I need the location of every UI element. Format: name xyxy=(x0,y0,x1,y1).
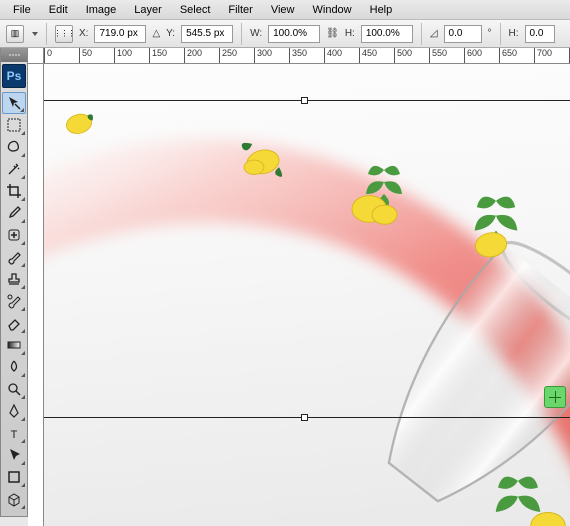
w-label: W: xyxy=(250,28,262,39)
toolbox: Ps T xyxy=(0,48,28,517)
menu-edit[interactable]: Edit xyxy=(40,2,77,18)
x-field[interactable]: 719.0 px xyxy=(94,25,146,43)
transform-mode-icon[interactable]: ▥ xyxy=(6,25,24,43)
move-tool[interactable] xyxy=(2,92,26,114)
app-badge[interactable]: Ps xyxy=(2,64,26,88)
ruler-tick: 300 xyxy=(254,48,272,63)
svg-text:T: T xyxy=(11,429,18,441)
path-select-tool[interactable] xyxy=(2,444,26,466)
ruler-horizontal[interactable]: 0 50 100 150 200 250 300 350 400 450 500 550 600 650 7… xyxy=(28,48,570,64)
ruler-tick: 650 xyxy=(499,48,517,63)
stamp-tool[interactable] xyxy=(2,268,26,290)
ruler-tick: 450 xyxy=(359,48,377,63)
ruler-tick: 0 xyxy=(44,48,52,63)
toolbox-grip[interactable] xyxy=(1,48,27,62)
menu-view[interactable]: View xyxy=(262,2,304,18)
y-label: Y: xyxy=(166,28,175,39)
h-field[interactable]: 100.0% xyxy=(361,25,413,43)
ruler-tick: 350 xyxy=(289,48,307,63)
lemon-5 xyxy=(524,504,570,526)
blur-tool[interactable] xyxy=(2,356,26,378)
workspace: Ps T 0 50 100 150 200 250 300 350 400 450 500 550 60… xyxy=(0,48,570,526)
menu-layer[interactable]: Layer xyxy=(125,2,171,18)
angle-field[interactable]: 0.0 xyxy=(444,25,482,43)
y-field[interactable]: 545.5 px xyxy=(181,25,233,43)
history-brush-tool[interactable] xyxy=(2,290,26,312)
ruler-origin[interactable] xyxy=(28,48,44,64)
ruler-tick: 600 xyxy=(464,48,482,63)
link-icon[interactable]: ⛓ xyxy=(326,28,339,39)
skew-h-label: H: xyxy=(509,28,519,39)
ruler-tick: 100 xyxy=(114,48,132,63)
h-label: H: xyxy=(345,28,355,39)
shape-tool[interactable] xyxy=(2,466,26,488)
menu-file[interactable]: File xyxy=(4,2,40,18)
ruler-tick: 150 xyxy=(149,48,167,63)
menubar: File Edit Image Layer Select Filter View… xyxy=(0,0,570,20)
handle-bm[interactable] xyxy=(301,414,308,421)
angle-icon: ◿ xyxy=(430,28,438,39)
menu-image[interactable]: Image xyxy=(77,2,126,18)
3d-tool[interactable] xyxy=(2,488,26,510)
heal-tool[interactable] xyxy=(2,224,26,246)
lasso-tool[interactable] xyxy=(2,136,26,158)
type-tool[interactable]: T xyxy=(2,422,26,444)
ruler-vertical[interactable] xyxy=(28,64,44,526)
handle-tm[interactable] xyxy=(301,97,308,104)
eraser-tool[interactable] xyxy=(2,312,26,334)
menu-select[interactable]: Select xyxy=(171,2,220,18)
rotate-handle[interactable] xyxy=(544,386,566,408)
dodge-tool[interactable] xyxy=(2,378,26,400)
w-field[interactable]: 100.0% xyxy=(268,25,320,43)
menu-filter[interactable]: Filter xyxy=(219,2,261,18)
gradient-tool[interactable] xyxy=(2,334,26,356)
pen-tool[interactable] xyxy=(2,400,26,422)
ruler-tick: 550 xyxy=(429,48,447,63)
ruler-tick: 200 xyxy=(184,48,202,63)
delta-icon[interactable]: △ xyxy=(152,28,160,39)
eyedropper-tool[interactable] xyxy=(2,202,26,224)
brush-tool[interactable] xyxy=(2,246,26,268)
angle-unit: ° xyxy=(488,28,492,39)
menu-help[interactable]: Help xyxy=(361,2,402,18)
canvas[interactable] xyxy=(44,64,570,526)
skew-h-field[interactable]: 0.0 xyxy=(525,25,555,43)
ruler-tick: 50 xyxy=(79,48,92,63)
crop-tool[interactable] xyxy=(2,180,26,202)
dropdown-icon[interactable] xyxy=(32,32,38,36)
transform-bounding-box[interactable] xyxy=(44,100,570,418)
wand-tool[interactable] xyxy=(2,158,26,180)
menu-window[interactable]: Window xyxy=(304,2,361,18)
x-label: X: xyxy=(79,28,88,39)
ruler-tick: 700 xyxy=(534,48,552,63)
ruler-tick: 250 xyxy=(219,48,237,63)
ruler-tick: 500 xyxy=(394,48,412,63)
options-bar: ▥ ⋮⋮⋮ X: 719.0 px △ Y: 545.5 px W: 100.0… xyxy=(0,20,570,48)
marquee-tool[interactable] xyxy=(2,114,26,136)
ruler-tick: 400 xyxy=(324,48,342,63)
reference-point-icon[interactable]: ⋮⋮⋮ xyxy=(55,25,73,43)
